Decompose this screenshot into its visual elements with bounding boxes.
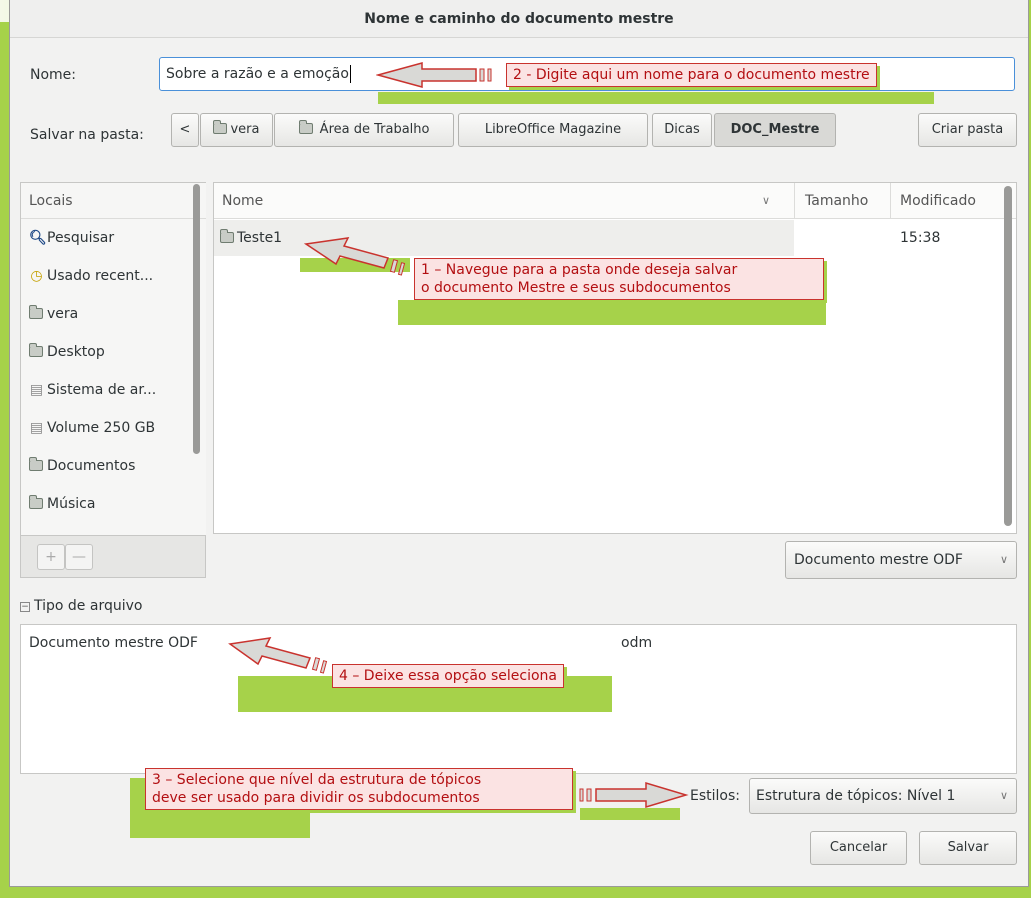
file-type-extension: odm (621, 635, 653, 651)
styles-label: Estilos: (690, 788, 740, 804)
save-in-folder-label: Salvar na pasta: (30, 127, 144, 143)
collapse-icon: − (20, 602, 30, 612)
file-list: Nome ∨ Tamanho Modificado Teste1 15:38 (213, 182, 1017, 534)
home-folder-icon (213, 120, 228, 134)
recent-icon: ◷ (30, 268, 43, 284)
file-list-scrollbar[interactable] (1004, 186, 1012, 526)
create-folder-button[interactable]: Criar pasta (918, 113, 1017, 147)
annotation-arrow (376, 62, 492, 88)
places-sidebar: Locais 🔍︎Pesquisar ◷ Usado recent... vera… (20, 182, 206, 536)
sort-chevron-icon: ∨ (762, 194, 771, 207)
path-crumb-doc-mestre[interactable]: DOC_Mestre (714, 113, 836, 147)
annotation-arrow (228, 637, 328, 674)
file-type-expander[interactable]: − Tipo de arquivo (20, 598, 142, 614)
places-scrollbar[interactable] (193, 184, 200, 454)
column-divider (794, 183, 795, 219)
desktop-folder-icon (298, 120, 313, 134)
path-crumb-dicas[interactable]: Dicas (652, 113, 712, 147)
column-name[interactable]: Nome (222, 183, 263, 219)
annotation-arrow (304, 237, 406, 276)
name-label: Nome: (30, 67, 77, 83)
annotation-step-1: 1 – Navegue para a pasta onde deseja sal… (414, 258, 824, 300)
music-folder-icon (29, 485, 44, 523)
path-crumb-libreoffice-magazine[interactable]: LibreOffice Magazine (458, 113, 648, 147)
path-crumb-vera[interactable]: vera (200, 113, 273, 147)
save-button[interactable]: Salvar (919, 831, 1017, 865)
dialog-title: Nome e caminho do documento mestre (10, 0, 1028, 38)
sidebar-item-documents[interactable]: Documentos (21, 447, 206, 485)
annotation-step-4: 4 – Deixe essa opção seleciona (332, 664, 564, 688)
documents-folder-icon (29, 447, 44, 485)
remove-place-button[interactable]: — (65, 544, 93, 570)
file-list-header: Nome ∨ Tamanho Modificado (214, 183, 1016, 219)
chevron-down-icon: ∨ (999, 789, 1008, 802)
add-place-button[interactable]: + (37, 544, 65, 570)
search-icon: 🔍︎ (29, 230, 47, 246)
places-toolbar: + — (20, 536, 206, 578)
sidebar-item-filesystem[interactable]: ▤ Sistema de ar... (21, 371, 206, 409)
chevron-down-icon: ∨ (999, 553, 1008, 566)
sidebar-item-search[interactable]: 🔍︎Pesquisar (21, 219, 206, 257)
column-size[interactable]: Tamanho (805, 183, 868, 219)
sidebar-item-desktop[interactable]: Desktop (21, 333, 206, 371)
desktop-folder-icon (29, 333, 44, 371)
home-folder-icon (29, 295, 44, 333)
file-name-cell[interactable]: Teste1 (220, 220, 282, 256)
path-back-button[interactable]: < (171, 113, 199, 147)
cancel-button[interactable]: Cancelar (810, 831, 907, 865)
file-filter-combo[interactable]: Documento mestre ODF ∨ (785, 541, 1017, 579)
annotation-step-3: 3 – Selecione que nível da estrutura de … (145, 768, 573, 810)
table-row[interactable] (214, 220, 794, 256)
file-modified-cell: 15:38 (900, 230, 941, 246)
drive-icon: ▤ (29, 382, 44, 398)
text-caret (349, 65, 351, 83)
annotation-arrow (579, 781, 689, 809)
annotation-step-2: 2 - Digite aqui um nome para o documento… (506, 63, 877, 87)
sidebar-item-vera[interactable]: vera (21, 295, 206, 333)
sidebar-item-volume[interactable]: ▤ Volume 250 GB (21, 409, 206, 447)
sidebar-item-recent[interactable]: ◷ Usado recent... (21, 257, 206, 295)
annotation-highlight (398, 300, 826, 325)
name-value: Sobre a razão e a emoção (166, 66, 349, 82)
file-type-name[interactable]: Documento mestre ODF (29, 635, 198, 651)
path-crumb-desktop[interactable]: Área de Trabalho (274, 113, 454, 147)
styles-combo[interactable]: Estrutura de tópicos: Nível 1 ∨ (749, 778, 1017, 814)
column-modified[interactable]: Modificado (900, 183, 976, 219)
column-divider (890, 183, 891, 219)
folder-icon (220, 229, 234, 243)
drive-icon: ▤ (29, 420, 44, 436)
sidebar-item-music[interactable]: Música (21, 485, 206, 523)
annotation-highlight (378, 92, 934, 104)
places-header: Locais (21, 183, 206, 219)
